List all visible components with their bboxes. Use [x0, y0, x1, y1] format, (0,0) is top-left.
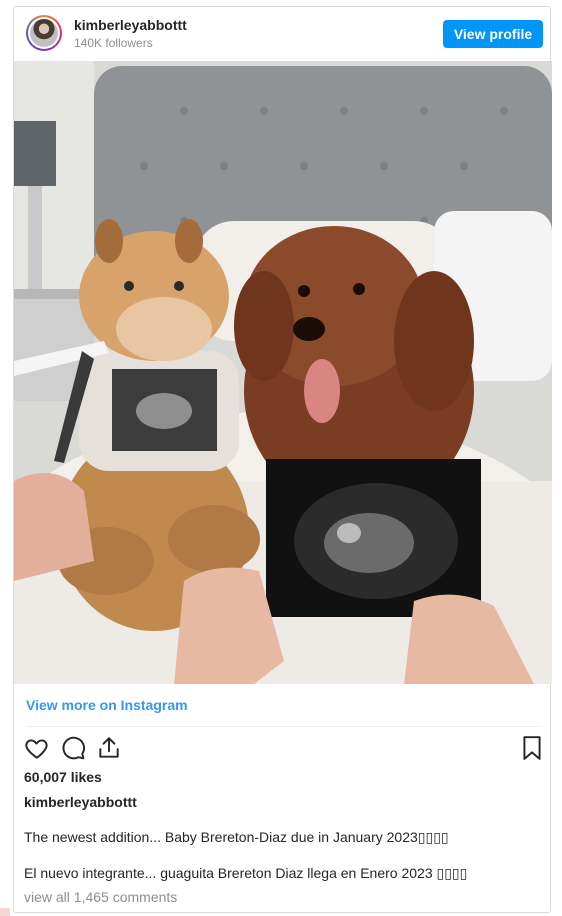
- instagram-embed-card: kimberleyabbottt 140K followers View pro…: [13, 6, 552, 913]
- caption-spanish: El nuevo integrante... guaguita Brereton…: [24, 865, 468, 881]
- edge-decoration: [0, 908, 10, 916]
- action-bar: [14, 735, 552, 763]
- divider: [26, 726, 540, 727]
- heart-icon[interactable]: [24, 735, 50, 761]
- view-all-comments-link[interactable]: view all 1,465 comments: [24, 889, 177, 905]
- view-profile-button[interactable]: View profile: [443, 20, 543, 48]
- share-icon[interactable]: [96, 735, 122, 761]
- comment-bubble-icon[interactable]: [60, 735, 86, 761]
- like-count[interactable]: 60,007 likes: [24, 769, 102, 785]
- caption-english: The newest addition... Baby Brereton-Dia…: [24, 829, 449, 845]
- view-more-on-instagram-link[interactable]: View more on Instagram: [26, 697, 188, 713]
- caption-username[interactable]: kimberleyabbottt: [24, 794, 137, 810]
- bookmark-icon[interactable]: [519, 735, 545, 761]
- post-header: kimberleyabbottt 140K followers View pro…: [14, 7, 552, 61]
- username[interactable]: kimberleyabbottt: [74, 17, 187, 33]
- post-photo-illustration: [14, 61, 552, 684]
- follower-count: 140K followers: [74, 36, 153, 50]
- avatar[interactable]: [26, 15, 62, 51]
- post-image[interactable]: [14, 61, 552, 684]
